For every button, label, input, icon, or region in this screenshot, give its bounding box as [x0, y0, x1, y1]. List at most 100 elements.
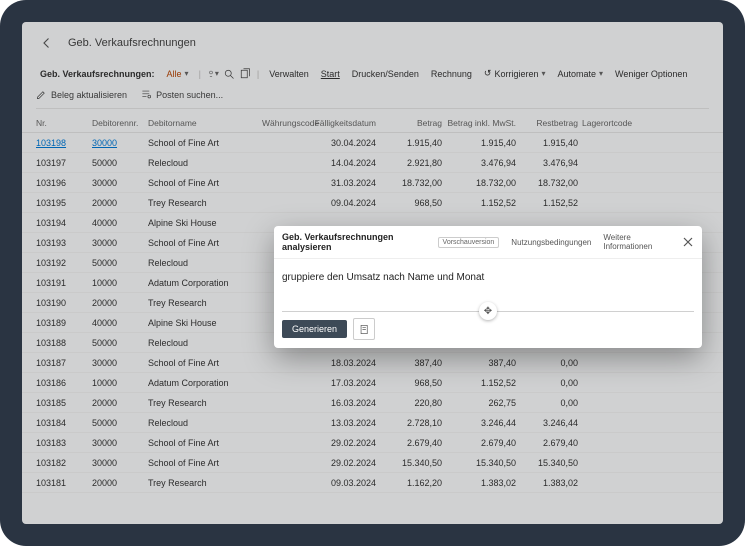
table-row[interactable]: 10318230000School of Fine Art29.02.20241…: [22, 453, 723, 473]
cell-debitorname: Trey Research: [148, 198, 258, 208]
table-row[interactable]: 10319750000Relecloud14.04.20242.921,803.…: [22, 153, 723, 173]
col-betrag[interactable]: Betrag: [380, 118, 442, 128]
dialog-header: Geb. Verkaufsrechnungen analysieren Vors…: [274, 226, 702, 259]
cell-debitorname: Adatum Corporation: [148, 278, 258, 288]
back-button[interactable]: [36, 32, 58, 54]
attach-button[interactable]: [353, 318, 375, 340]
col-faelligkeit[interactable]: Fälligkeitsdatum: [314, 118, 376, 128]
cell-debitorname: School of Fine Art: [148, 238, 258, 248]
copy-icon[interactable]: [239, 68, 251, 80]
cell-betrag: 2.921,80: [380, 158, 442, 168]
cell-debitorennr[interactable]: 30000: [92, 438, 144, 448]
cell-debitorennr[interactable]: 30000: [92, 458, 144, 468]
cell-nr[interactable]: 103182: [36, 458, 88, 468]
cell-debitorennr[interactable]: 50000: [92, 418, 144, 428]
korrigieren-menu[interactable]: ↺ Korrigieren ▾: [480, 66, 550, 81]
cell-nr[interactable]: 103186: [36, 378, 88, 388]
cell-nr[interactable]: 103191: [36, 278, 88, 288]
cell-debitorennr[interactable]: 30000: [92, 138, 144, 148]
app-screen: Geb. Verkaufsrechnungen Geb. Verkaufsrec…: [22, 22, 723, 524]
automate-menu[interactable]: Automate ▾: [553, 67, 607, 81]
cell-debitorennr[interactable]: 20000: [92, 478, 144, 488]
cell-debitorennr[interactable]: 40000: [92, 318, 144, 328]
table-header: Nr. Debitorennr. Debitorname Währungscod…: [22, 115, 723, 133]
cell-nr[interactable]: 103195: [36, 198, 88, 208]
generate-button[interactable]: Generieren: [282, 320, 347, 338]
cell-faelligkeit: 13.03.2024: [314, 418, 376, 428]
cell-betrag: 387,40: [380, 358, 442, 368]
cell-nr[interactable]: 103198: [36, 138, 88, 148]
cell-restbetrag: 0,00: [520, 398, 578, 408]
col-debitorennr[interactable]: Debitorennr.: [92, 118, 144, 128]
cell-debitorennr[interactable]: 50000: [92, 158, 144, 168]
table-row[interactable]: 10319520000Trey Research09.04.2024968,50…: [22, 193, 723, 213]
table-row[interactable]: 10319830000School of Fine Art30.04.20241…: [22, 133, 723, 153]
cell-debitorennr[interactable]: 40000: [92, 218, 144, 228]
col-nr[interactable]: Nr.: [36, 118, 88, 128]
cell-debitorennr[interactable]: 10000: [92, 378, 144, 388]
posten-suchen-button[interactable]: Posten suchen...: [141, 89, 223, 100]
table-row[interactable]: 10318330000School of Fine Art29.02.20242…: [22, 433, 723, 453]
cell-nr[interactable]: 103181: [36, 478, 88, 488]
cell-debitorennr[interactable]: 20000: [92, 398, 144, 408]
cell-nr[interactable]: 103187: [36, 358, 88, 368]
cell-betrag: 968,50: [380, 378, 442, 388]
page-header: Geb. Verkaufsrechnungen: [22, 22, 723, 62]
table-row[interactable]: 10318520000Trey Research16.03.2024220,80…: [22, 393, 723, 413]
cell-nr[interactable]: 103194: [36, 218, 88, 228]
start-menu[interactable]: Start: [317, 67, 344, 81]
col-waehrung[interactable]: Währungscode: [262, 118, 310, 128]
cell-debitorennr[interactable]: 10000: [92, 278, 144, 288]
preview-badge: Vorschauversion: [438, 237, 500, 248]
analyze-icon[interactable]: ▾: [207, 68, 219, 80]
cell-nr[interactable]: 103184: [36, 418, 88, 428]
cell-betrag-mwst: 3.246,44: [446, 418, 516, 428]
cell-debitorennr[interactable]: 50000: [92, 258, 144, 268]
rechnung-menu[interactable]: Rechnung: [427, 67, 476, 81]
close-button[interactable]: [681, 235, 694, 249]
filter-dropdown[interactable]: Alle ▾: [163, 67, 193, 81]
search-icon[interactable]: [223, 68, 235, 80]
cell-betrag: 15.340,50: [380, 458, 442, 468]
drag-handle[interactable]: ✥: [479, 302, 497, 320]
cell-nr[interactable]: 103192: [36, 258, 88, 268]
attachment-icon: [359, 324, 370, 335]
drucken-menu[interactable]: Drucken/Senden: [348, 67, 423, 81]
cell-debitorname: Trey Research: [148, 478, 258, 488]
cell-debitorennr[interactable]: 30000: [92, 238, 144, 248]
more-info-link[interactable]: Weitere Informationen: [603, 233, 675, 251]
cell-debitorennr[interactable]: 30000: [92, 358, 144, 368]
cell-debitorennr[interactable]: 20000: [92, 298, 144, 308]
cell-nr[interactable]: 103197: [36, 158, 88, 168]
table-row[interactable]: 10318610000Adatum Corporation17.03.20249…: [22, 373, 723, 393]
table-row[interactable]: 10319630000School of Fine Art31.03.20241…: [22, 173, 723, 193]
cell-restbetrag: 18.732,00: [520, 178, 578, 188]
cell-nr[interactable]: 103193: [36, 238, 88, 248]
cell-nr[interactable]: 103188: [36, 338, 88, 348]
cell-betrag-mwst: 1.383,02: [446, 478, 516, 488]
beleg-aktualisieren-button[interactable]: Beleg aktualisieren: [36, 89, 127, 100]
cell-nr[interactable]: 103190: [36, 298, 88, 308]
weniger-optionen[interactable]: Weniger Optionen: [611, 67, 691, 81]
col-betrag-mwst[interactable]: Betrag inkl. MwSt.: [446, 118, 516, 128]
col-debitorname[interactable]: Debitorname: [148, 118, 258, 128]
col-restbetrag[interactable]: Restbetrag: [520, 118, 578, 128]
cell-nr[interactable]: 103196: [36, 178, 88, 188]
cell-nr[interactable]: 103185: [36, 398, 88, 408]
col-lagerort[interactable]: Lagerortcode: [582, 118, 632, 128]
cell-debitorennr[interactable]: 50000: [92, 338, 144, 348]
cell-faelligkeit: 16.03.2024: [314, 398, 376, 408]
cell-debitorennr[interactable]: 30000: [92, 178, 144, 188]
cell-nr[interactable]: 103189: [36, 318, 88, 328]
cell-faelligkeit: 09.03.2024: [314, 478, 376, 488]
table-row[interactable]: 10318450000Relecloud13.03.20242.728,103.…: [22, 413, 723, 433]
cell-nr[interactable]: 103183: [36, 438, 88, 448]
table-row[interactable]: 103181 20000 Trey Research 09.03.2024 1.162,…: [22, 473, 723, 493]
verwalten-menu[interactable]: Verwalten: [265, 67, 313, 81]
table-row[interactable]: 10318730000School of Fine Art18.03.20243…: [22, 353, 723, 373]
arrow-left-icon: [41, 37, 53, 49]
cell-debitorennr[interactable]: 20000: [92, 198, 144, 208]
terms-link[interactable]: Nutzungsbedingungen: [511, 238, 591, 247]
cell-debitorname: Trey Research: [148, 398, 258, 408]
cell-betrag: 1.162,20: [380, 478, 442, 488]
